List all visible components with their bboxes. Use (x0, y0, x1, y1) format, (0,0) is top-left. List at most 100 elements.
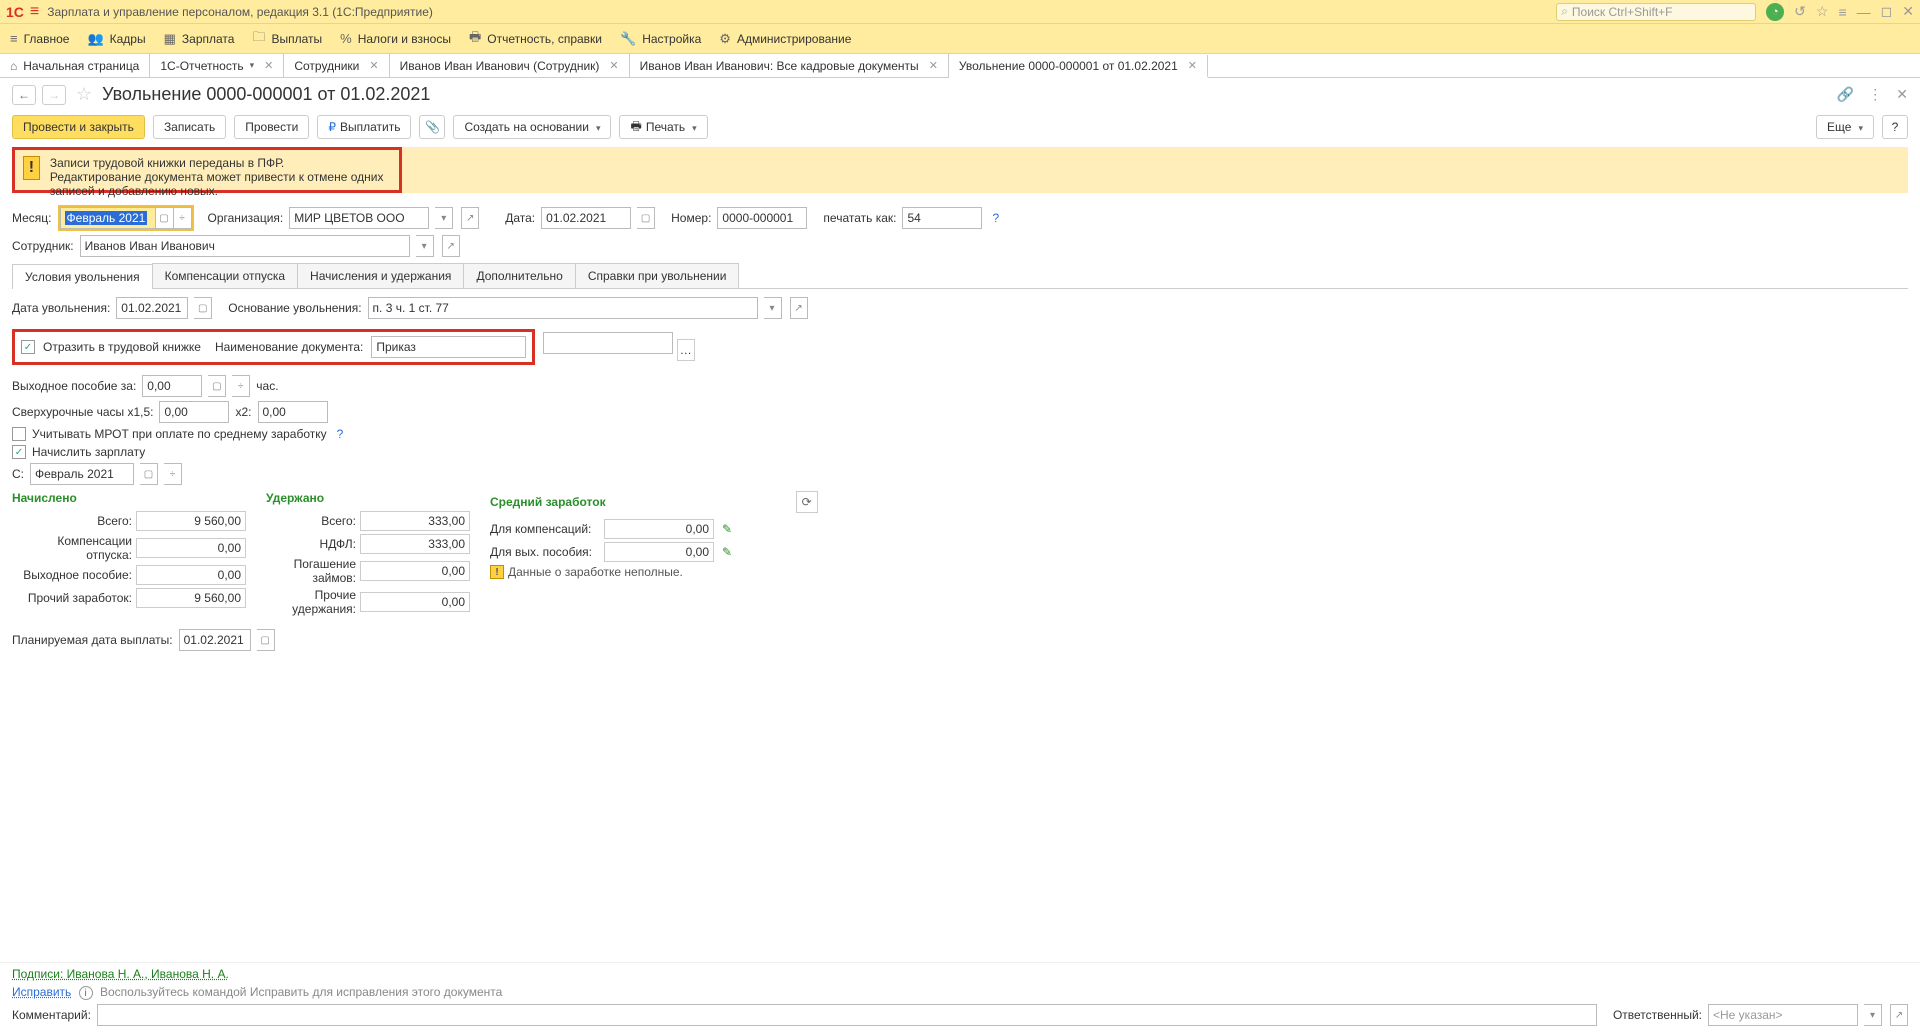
close-icon[interactable]: ✕ (369, 59, 378, 72)
edit-icon[interactable]: ✎ (722, 522, 732, 536)
menu-personnel[interactable]: 👥Кадры (87, 31, 145, 47)
calendar-icon[interactable]: ▢ (194, 297, 212, 319)
favorite-icon[interactable]: ☆ (1816, 3, 1829, 20)
signatures-link[interactable]: Подписи: Иванова Н. А., Иванова Н. А. (12, 967, 229, 981)
close-icon[interactable]: ✕ (609, 59, 618, 72)
month-input[interactable]: Февраль 2021 (60, 207, 156, 229)
edit-icon[interactable]: ✎ (722, 545, 732, 559)
calendar-icon[interactable]: ▢ (637, 207, 655, 229)
select-icon[interactable]: ▾ (435, 207, 453, 229)
responsible-input[interactable]: <Не указан> (1708, 1004, 1858, 1026)
tools-icon[interactable]: ≡ (1838, 4, 1846, 20)
menu-payments[interactable]: 🗀Выплаты (252, 28, 322, 50)
employee-input[interactable]: Иванов Иван Иванович (80, 235, 410, 257)
tab-dismissal-conditions[interactable]: Условия увольнения (12, 264, 153, 289)
planned-date-input[interactable]: 01.02.2021 (179, 629, 251, 651)
close-doc-icon[interactable]: ✕ (1896, 86, 1908, 103)
close-icon[interactable]: ✕ (264, 59, 273, 72)
tab-employee-card[interactable]: Иванов Иван Иванович (Сотрудник)✕ (390, 54, 630, 77)
close-icon[interactable]: ✕ (929, 59, 938, 72)
post-and-close-button[interactable]: Провести и закрыть (12, 115, 145, 139)
menu-settings[interactable]: 🔧Настройка (620, 31, 701, 47)
menu-salary[interactable]: ▦Зарплата (164, 31, 235, 47)
forward-button[interactable]: → (42, 85, 66, 105)
spinner-icon[interactable]: ÷ (232, 375, 250, 397)
back-button[interactable]: ← (12, 85, 36, 105)
help-icon[interactable]: ? (337, 427, 344, 441)
mrot-checkbox[interactable] (12, 427, 26, 441)
global-search[interactable]: Поиск Ctrl+Shift+F (1556, 3, 1756, 21)
tab-hr-docs[interactable]: Иванов Иван Иванович: Все кадровые докум… (630, 54, 949, 77)
open-icon[interactable]: ↗ (1890, 1004, 1908, 1026)
docname-extra-input[interactable] (543, 332, 673, 354)
menu-taxes-label: Налоги и взносы (358, 32, 451, 46)
comment-input[interactable] (97, 1004, 1597, 1026)
select-icon[interactable]: ▾ (1864, 1004, 1882, 1026)
docname-input[interactable]: Приказ (371, 336, 526, 358)
calendar-icon[interactable]: ▢ (257, 629, 275, 651)
save-button[interactable]: Записать (153, 115, 226, 139)
tab-1c-reporting[interactable]: 1С-Отчетность▾✕ (150, 54, 284, 77)
tab-employees[interactable]: Сотрудники✕ (284, 54, 389, 77)
calendar-icon[interactable]: ▢ (156, 207, 174, 229)
tab-label: 1С-Отчетность (160, 59, 243, 73)
post-button[interactable]: Провести (234, 115, 309, 139)
overtime2-input[interactable]: 0,00 (258, 401, 328, 423)
spinner-icon[interactable]: ÷ (164, 463, 182, 485)
tab-home[interactable]: ⌂Начальная страница (0, 54, 150, 77)
refresh-icon[interactable]: ⟳ (796, 491, 818, 513)
date-input[interactable]: 01.02.2021 (541, 207, 631, 229)
overtime15-input[interactable]: 0,00 (159, 401, 229, 423)
menu-admin[interactable]: ⚙Администрирование (719, 31, 851, 47)
ellipsis-icon[interactable]: … (677, 339, 695, 361)
link-icon[interactable]: 🔗 (1837, 86, 1854, 103)
more-button[interactable]: Еще (1816, 115, 1874, 139)
favorite-star-icon[interactable]: ☆ (76, 84, 92, 105)
open-icon[interactable]: ↗ (461, 207, 479, 229)
printas-input[interactable]: 54 (902, 207, 982, 229)
calendar-icon[interactable]: ▢ (140, 463, 158, 485)
basis-input[interactable]: п. 3 ч. 1 ст. 77 (368, 297, 758, 319)
menu-salary-label: Зарплата (182, 32, 235, 46)
close-window-icon[interactable]: ✕ (1902, 3, 1914, 20)
attach-button[interactable]: 📎 (419, 115, 445, 139)
create-based-button[interactable]: Создать на основании (453, 115, 611, 139)
tab-vacation-comp[interactable]: Компенсации отпуска (152, 263, 298, 288)
open-icon[interactable]: ↗ (790, 297, 808, 319)
hamburger-icon[interactable]: ≡ (30, 3, 39, 21)
maximize-icon[interactable]: ◻ (1881, 3, 1893, 20)
help-icon[interactable]: ? (992, 211, 999, 225)
number-input[interactable]: 0000-000001 (717, 207, 807, 229)
more-icon[interactable]: ⋮ (1868, 86, 1882, 103)
tab-certificates[interactable]: Справки при увольнении (575, 263, 740, 288)
history-icon[interactable]: ↺ (1794, 3, 1806, 20)
help-button[interactable]: ? (1882, 115, 1908, 139)
workbook-checkbox[interactable] (21, 340, 35, 354)
notifications-icon[interactable]: ◔ (1766, 3, 1784, 21)
tab-accruals[interactable]: Начисления и удержания (297, 263, 464, 288)
menu-reports[interactable]: 🖶Отчетность, справки (469, 28, 602, 50)
doc-header: ← → ☆ Увольнение 0000-000001 от 01.02.20… (0, 78, 1920, 111)
printas-label: печатать как: (823, 211, 896, 225)
other-ded-label: Прочие удержания: (266, 588, 356, 616)
print-button[interactable]: 🖶Печать (619, 115, 707, 139)
calc-salary-checkbox[interactable] (12, 445, 26, 459)
open-icon[interactable]: ↗ (442, 235, 460, 257)
pay-button[interactable]: ₽Выплатить (317, 115, 411, 139)
select-icon[interactable]: ▾ (764, 297, 782, 319)
calc-icon[interactable]: ▢ (208, 375, 226, 397)
tab-dismissal-doc[interactable]: Увольнение 0000-000001 от 01.02.2021✕ (949, 55, 1208, 78)
severance-input[interactable]: 0,00 (142, 375, 202, 397)
org-input[interactable]: МИР ЦВЕТОВ ООО (289, 207, 429, 229)
tab-additional[interactable]: Дополнительно (463, 263, 575, 288)
select-icon[interactable]: ▾ (416, 235, 434, 257)
minimize-icon[interactable]: — (1857, 4, 1871, 20)
menu-taxes[interactable]: %Налоги и взносы (340, 31, 451, 46)
menu-main[interactable]: ≡Главное (10, 31, 69, 46)
spinner-icon[interactable]: ÷ (174, 207, 192, 229)
fix-link[interactable]: Исправить (12, 985, 71, 999)
dismissal-date-label: Дата увольнения: (12, 301, 110, 315)
dismissal-date-input[interactable]: 01.02.2021 (116, 297, 188, 319)
period-from-input[interactable]: Февраль 2021 (30, 463, 134, 485)
close-icon[interactable]: ✕ (1188, 59, 1197, 72)
